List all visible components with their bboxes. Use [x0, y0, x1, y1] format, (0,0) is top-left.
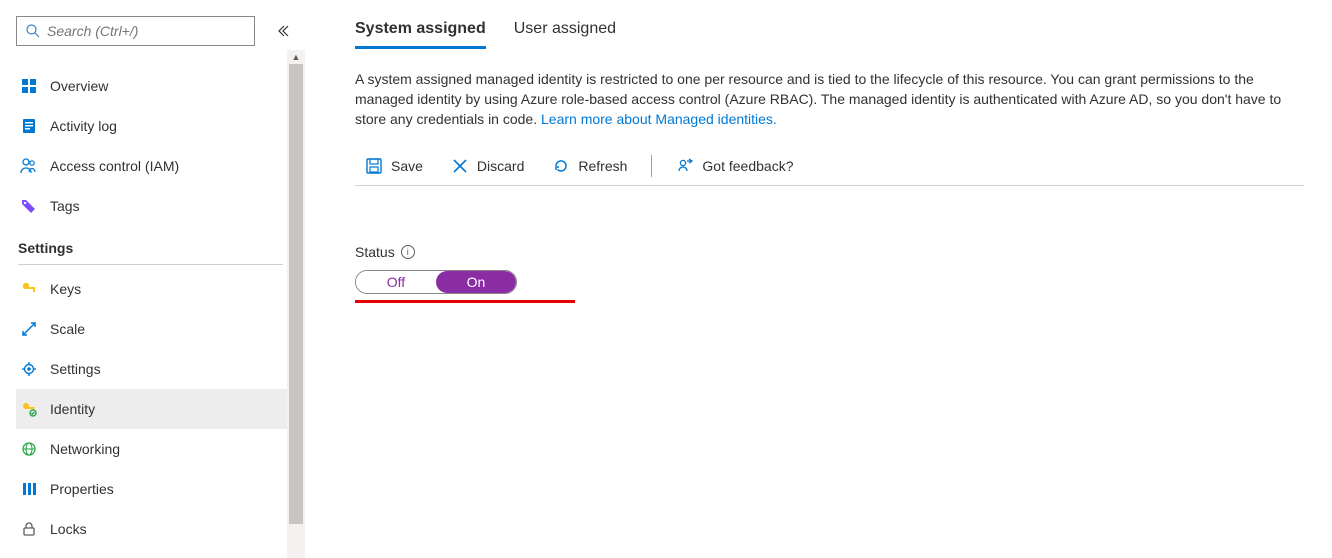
status-label: Status [355, 244, 395, 260]
sidebar-item-label: Settings [50, 361, 101, 377]
sidebar-item-overview[interactable]: Overview [16, 66, 305, 106]
sidebar-item-properties[interactable]: Properties [16, 469, 305, 509]
status-toggle-on[interactable]: On [436, 271, 516, 293]
sidebar-item-identity[interactable]: Identity [16, 389, 305, 429]
scale-icon [20, 320, 38, 338]
sidebar-item-tags[interactable]: Tags [16, 186, 305, 226]
description-text: A system assigned managed identity is re… [355, 71, 1281, 127]
search-input[interactable] [47, 23, 246, 39]
sidebar-item-settings[interactable]: Settings [16, 349, 305, 389]
sidebar-item-label: Access control (IAM) [50, 158, 179, 174]
overview-icon [20, 77, 38, 95]
discard-icon [451, 157, 469, 175]
learn-more-link[interactable]: Learn more about Managed identities. [541, 111, 777, 127]
sidebar-item-access-control[interactable]: Access control (IAM) [16, 146, 305, 186]
feedback-icon [676, 157, 694, 175]
command-separator [651, 155, 652, 177]
refresh-button[interactable]: Refresh [542, 153, 637, 179]
sidebar-item-label: Locks [50, 521, 87, 537]
feedback-label: Got feedback? [702, 158, 793, 174]
tab-user-assigned[interactable]: User assigned [514, 20, 616, 49]
status-toggle-off[interactable]: Off [356, 271, 436, 293]
properties-icon [20, 480, 38, 498]
activity-log-icon [20, 117, 38, 135]
settings-gear-icon [20, 360, 38, 378]
sidebar-item-label: Scale [50, 321, 85, 337]
sidebar-item-locks[interactable]: Locks [16, 509, 305, 549]
sidebar: Overview Activity log Access control (IA… [0, 0, 305, 558]
sidebar-item-keys[interactable]: Keys [16, 269, 305, 309]
scrollbar-thumb[interactable] [289, 64, 303, 524]
search-icon [25, 23, 41, 39]
search-box[interactable] [16, 16, 255, 46]
tabs: System assigned User assigned [355, 20, 1304, 49]
sidebar-item-label: Networking [50, 441, 120, 457]
locks-icon [20, 520, 38, 538]
search-row [16, 16, 305, 46]
sidebar-item-label: Properties [50, 481, 114, 497]
status-toggle-underline: Off On [355, 270, 575, 303]
main-content: System assigned User assigned A system a… [305, 0, 1332, 558]
scrollbar-up-icon[interactable]: ▲ [287, 50, 305, 64]
discard-label: Discard [477, 158, 524, 174]
sidebar-divider [18, 264, 283, 265]
sidebar-scrollbar[interactable]: ▲ [287, 50, 305, 558]
status-label-row: Status i [355, 244, 1304, 260]
identity-description: A system assigned managed identity is re… [355, 69, 1304, 129]
status-toggle[interactable]: Off On [355, 270, 517, 294]
info-icon[interactable]: i [401, 245, 415, 259]
command-bar: Save Discard Refresh Got feedback? [355, 147, 1304, 186]
sidebar-item-label: Activity log [50, 118, 117, 134]
sidebar-item-label: Identity [50, 401, 95, 417]
tags-icon [20, 197, 38, 215]
sidebar-item-scale[interactable]: Scale [16, 309, 305, 349]
access-control-icon [20, 157, 38, 175]
identity-icon [20, 400, 38, 418]
save-button[interactable]: Save [355, 153, 433, 179]
discard-button[interactable]: Discard [441, 153, 534, 179]
collapse-sidebar-button[interactable] [271, 19, 295, 43]
sidebar-item-activity-log[interactable]: Activity log [16, 106, 305, 146]
status-area: Status i Off On [355, 244, 1304, 303]
feedback-button[interactable]: Got feedback? [666, 153, 803, 179]
sidebar-section-settings: Settings [16, 226, 305, 262]
sidebar-item-label: Keys [50, 281, 81, 297]
sidebar-item-label: Tags [50, 198, 80, 214]
sidebar-item-label: Overview [50, 78, 108, 94]
save-icon [365, 157, 383, 175]
refresh-icon [552, 157, 570, 175]
networking-icon [20, 440, 38, 458]
save-label: Save [391, 158, 423, 174]
keys-icon [20, 280, 38, 298]
sidebar-nav: Overview Activity log Access control (IA… [16, 66, 305, 549]
refresh-label: Refresh [578, 158, 627, 174]
sidebar-item-networking[interactable]: Networking [16, 429, 305, 469]
tab-system-assigned[interactable]: System assigned [355, 20, 486, 49]
